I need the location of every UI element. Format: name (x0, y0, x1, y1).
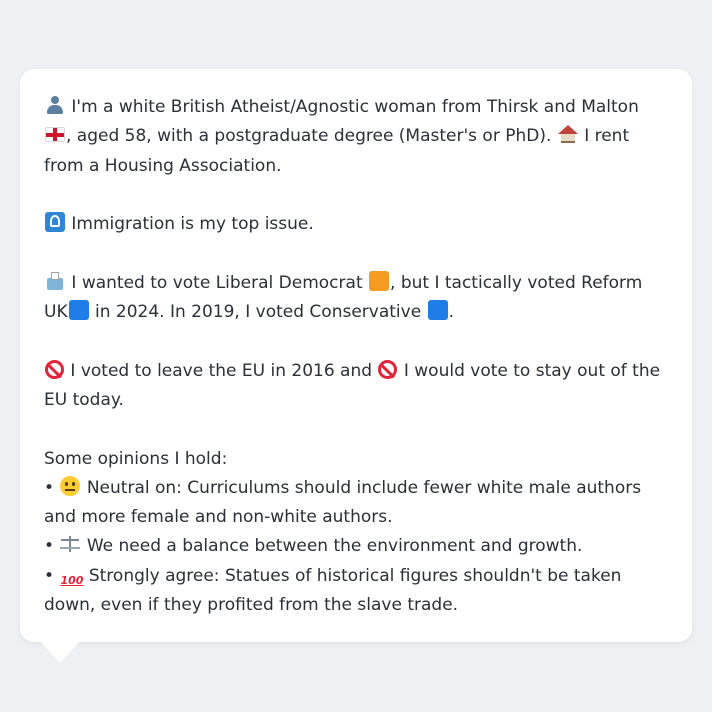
bullet: • (44, 565, 55, 586)
hundred-points-icon: 100 (60, 573, 84, 587)
identity-text: I'm a white British Atheist/Agnostic wom… (71, 97, 639, 117)
vote-text-a: I wanted to vote Liberal Democrat (71, 272, 363, 293)
top-issue-paragraph: Immigration is my top issue. (44, 210, 662, 239)
top-issue-text: Immigration is my top issue. (71, 214, 314, 235)
opinion-item: • 100 Strongly agree: Statues of histori… (44, 562, 662, 621)
vote-text-d: . (448, 302, 454, 323)
blue-square-icon (68, 300, 89, 321)
opinion-item: • We need a balance between the environm… (44, 532, 662, 561)
eu-paragraph: I voted to leave the EU in 2016 and I wo… (44, 357, 662, 416)
opinion-text: Strongly agree: Statues of historical fi… (44, 565, 622, 616)
profile-card: I'm a white British Atheist/Agnostic wom… (20, 69, 692, 642)
balance-scale-icon (60, 534, 80, 554)
person-icon (45, 95, 65, 115)
no-entry-icon (378, 359, 398, 379)
no-entry-icon (45, 359, 64, 379)
identity-details: , aged 58, with a postgraduate degree (M… (66, 126, 552, 147)
opinion-item: • Neutral on: Curriculums should include… (44, 474, 662, 533)
opinion-text: We need a balance between the environmen… (86, 536, 583, 557)
england-flag-icon (45, 127, 65, 143)
eu-text-a: I voted to leave the EU in 2016 and (70, 360, 373, 381)
house-icon (557, 124, 578, 144)
identity-paragraph: I'm a white British Atheist/Agnostic wom… (44, 93, 662, 181)
bullet: • (44, 477, 55, 498)
opinions-heading: Some opinions I hold: (44, 448, 228, 469)
bullet: • (44, 536, 55, 557)
speech-bubble-tail (40, 641, 80, 663)
neutral-face-icon (60, 475, 81, 496)
ballot-box-icon (45, 271, 65, 291)
orange-square-icon (369, 270, 390, 291)
voting-paragraph: I wanted to vote Liberal Democrat , but … (44, 269, 662, 328)
vote-text-c: in 2024. In 2019, I voted Conservative (95, 302, 422, 323)
immigration-icon (45, 212, 65, 233)
blue-square-icon (427, 300, 448, 321)
opinion-text: Neutral on: Curriculums should include f… (44, 477, 642, 528)
